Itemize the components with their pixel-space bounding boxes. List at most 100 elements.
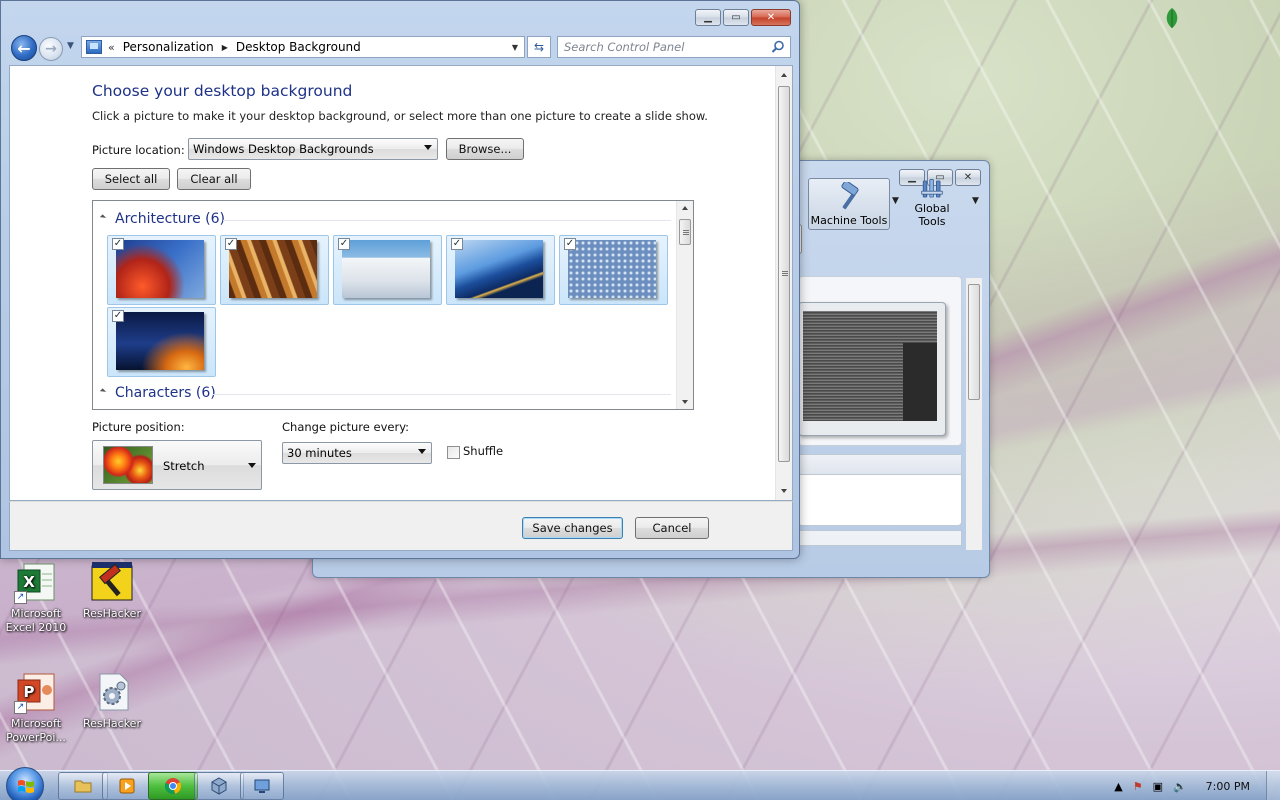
page-title: Choose your desktop background [92,82,353,100]
checkbox-checked-icon[interactable]: ✓ [338,238,350,250]
network-icon[interactable]: ▣ [1153,780,1163,793]
start-button[interactable] [6,767,44,800]
desktop-icon-label: ResHacker [83,607,141,620]
wallpaper-thumbnail[interactable]: ✓ [107,307,216,377]
clear-all-button[interactable]: Clear all [177,168,251,190]
content-pane: Choose your desktop background Click a p… [9,65,793,501]
action-center-flag-icon[interactable]: ⚑ [1133,780,1143,793]
picture-gallery[interactable]: Architecture (6) ✓ ✓ ✓ ✓ ✓ ✓ Characters … [92,200,694,410]
desktop-icon-reshacker[interactable]: ResHacker [76,560,148,621]
breadcrumb-root-chevron[interactable]: « [108,41,115,54]
refresh-icon: ⇆ [533,40,545,54]
cube-icon [211,777,227,795]
breadcrumb-desktop-background[interactable]: Desktop Background [236,40,361,54]
wallpaper-thumbnail[interactable]: ✓ [220,235,329,305]
volume-icon[interactable]: 🔈 [1173,780,1187,793]
wallpaper-thumbnail[interactable]: ✓ [107,235,216,305]
close-button[interactable]: ✕ [751,9,791,26]
checkbox-checked-icon[interactable]: ✓ [451,238,463,250]
desktop-icon-powerpoint[interactable]: P ↗ Microsoft PowerPoi... [0,670,72,745]
minimize-button[interactable]: ▁ [695,9,721,26]
clock[interactable]: 7:00 PM [1206,780,1250,793]
picture-position-label: Picture position: [92,420,185,434]
minimize-icon: ▁ [704,12,712,23]
checkbox-checked-icon[interactable]: ✓ [225,238,237,250]
gear-document-icon [90,670,134,714]
system-tray: ▲ ⚑ ▣ 🔈 7:00 PM [1109,771,1280,800]
wallpaper-thumbnail[interactable]: ✓ [446,235,555,305]
thumbnail-image [455,240,543,298]
search-input[interactable]: Search Control Panel [557,36,791,58]
picture-location-select[interactable]: Windows Desktop Backgrounds [188,138,438,160]
group-header-architecture[interactable]: Architecture (6) [101,211,225,227]
collapse-arrow-icon[interactable] [101,217,107,221]
chevron-down-icon [248,463,256,468]
picture-location-label: Picture location: [92,143,185,157]
scroll-thumb[interactable] [778,86,790,462]
wallpaper-thumbnail[interactable]: ✓ [559,235,668,305]
group-name: Architecture (6) [115,211,225,227]
search-placeholder: Search Control Panel [564,40,685,54]
back-button[interactable]: ← [11,35,37,61]
scroll-down-icon[interactable] [682,400,688,404]
desktop-background-window[interactable]: ▁ ▭ ✕ ← → ▼ « Personalization ▶ Desktop … [0,0,800,559]
bg-close-button[interactable]: ✕ [955,169,981,186]
maximize-button[interactable]: ▭ [723,9,749,26]
breadcrumb-personalization[interactable]: Personalization [123,40,214,54]
search-icon[interactable] [771,40,785,54]
address-bar[interactable]: « Personalization ▶ Desktop Background ▼ [81,36,525,58]
picture-position-select[interactable]: Stretch [92,440,262,490]
select-all-button[interactable]: Select all [92,168,170,190]
desktop-icon-label: ResHacker [83,717,141,730]
browse-button[interactable]: Browse... [446,138,524,160]
excel-icon: X ↗ [14,560,58,604]
gallery-scrollbar[interactable] [676,201,693,409]
refresh-button[interactable]: ⇆ [527,36,551,58]
change-every-select[interactable]: 30 minutes [282,442,432,464]
maximize-icon: ▭ [731,12,741,23]
taskbar-chrome-button[interactable] [148,772,198,800]
thumbnail-image [568,240,656,298]
desktop-icon-label: Microsoft Excel 2010 [5,607,67,634]
taskbar-media-player-button[interactable] [102,772,152,800]
breadcrumb-separator-icon[interactable]: ▶ [222,43,228,52]
chevron-down-icon [418,449,426,454]
collapse-arrow-icon[interactable] [101,391,107,395]
group-header-characters[interactable]: Characters (6) [101,385,216,401]
scroll-up-icon[interactable] [781,73,787,77]
scroll-down-icon[interactable] [781,489,787,493]
show-hidden-icons-icon[interactable]: ▲ [1114,780,1122,793]
scroll-up-icon[interactable] [682,206,688,210]
shuffle-checkbox[interactable] [447,446,460,459]
desktop-icon-excel[interactable]: X ↗ Microsoft Excel 2010 [0,560,72,635]
taskbar-control-panel-button[interactable] [240,772,284,800]
bg-maximize-button[interactable]: ▭ [927,169,953,186]
cancel-button[interactable]: Cancel [635,517,709,539]
shuffle-label[interactable]: Shuffle [463,444,503,458]
folder-icon [74,780,92,793]
chrome-icon [164,778,182,794]
media-player-icon [119,778,135,794]
page-instructions: Click a picture to make it your desktop … [92,109,708,123]
recent-pages-icon[interactable]: ▼ [67,41,74,51]
forward-button[interactable]: → [39,37,63,61]
show-desktop-button[interactable] [1266,771,1280,800]
change-every-value: 30 minutes [287,446,352,460]
taskbar: ▲ ⚑ ▣ 🔈 7:00 PM [0,767,1280,800]
checkbox-checked-icon[interactable]: ✓ [564,238,576,250]
checkbox-checked-icon[interactable]: ✓ [112,238,124,250]
desktop-icon-label: Microsoft PowerPoi... [6,717,66,744]
taskbar-explorer-button[interactable] [58,772,108,800]
wallpaper-thumbnail[interactable]: ✓ [333,235,442,305]
group-name: Characters (6) [115,385,216,401]
address-dropdown-icon[interactable]: ▼ [512,43,518,52]
shortcut-arrow-icon: ↗ [14,701,27,714]
desktop-icon-reshacker-settings[interactable]: ResHacker [76,670,148,731]
scroll-thumb[interactable] [679,219,691,245]
taskbar-virtualbox-button[interactable] [194,772,244,800]
content-scrollbar[interactable] [775,66,792,500]
chevron-down-icon [424,145,432,150]
checkbox-checked-icon[interactable]: ✓ [112,310,124,322]
save-changes-button[interactable]: Save changes [522,517,623,539]
bg-minimize-button[interactable]: ▁ [899,169,925,186]
